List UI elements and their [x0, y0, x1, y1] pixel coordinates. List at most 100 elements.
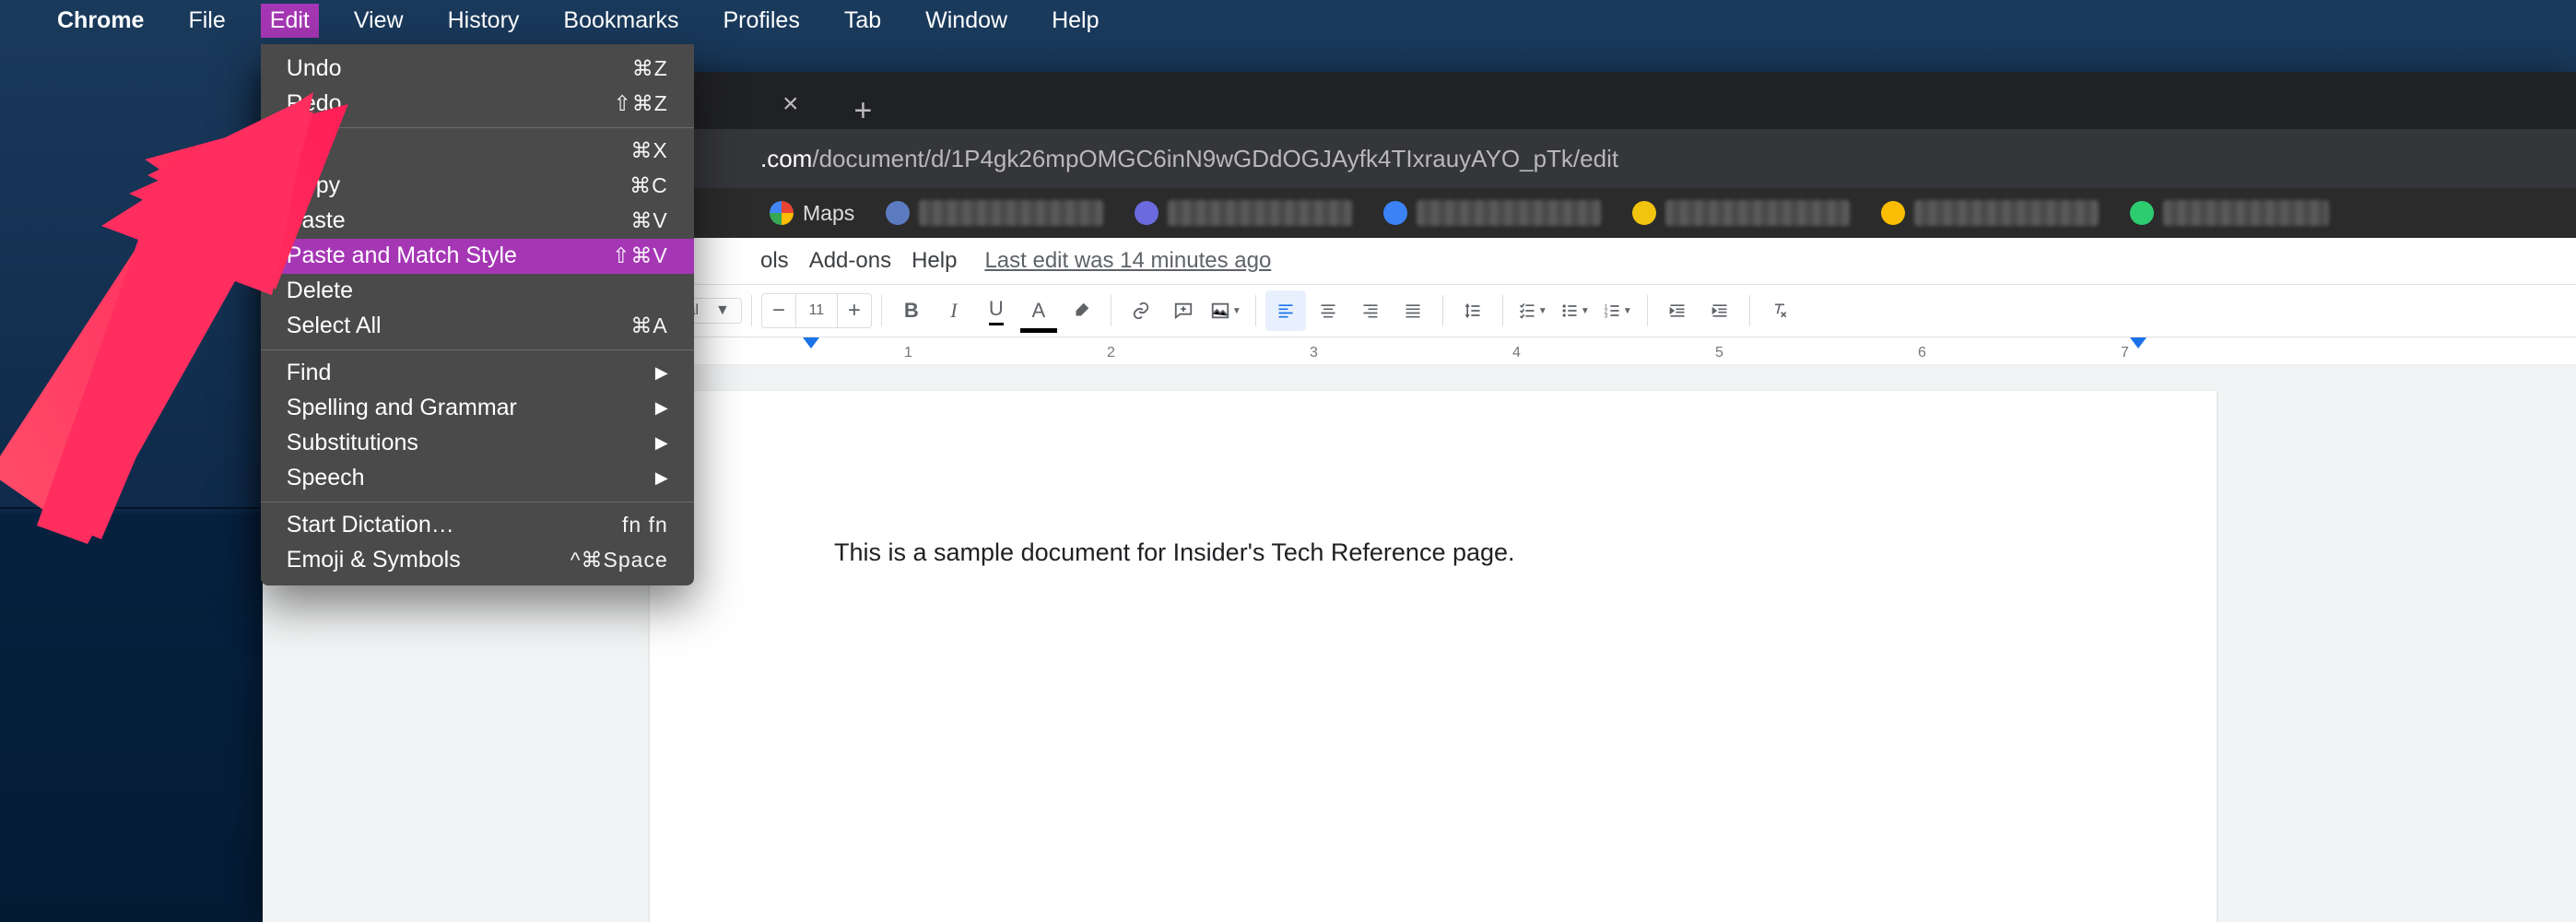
italic-button[interactable]: I: [934, 290, 974, 331]
numbered-list-icon: 123: [1603, 301, 1621, 320]
document-page[interactable]: This is a sample document for Insider's …: [650, 391, 2217, 922]
browser-tab[interactable]: ×: [760, 79, 821, 129]
ruler-tick: 4: [1512, 345, 1521, 361]
ruler-tick: 3: [1310, 345, 1318, 361]
bookmark-icon: [886, 201, 910, 225]
bookmark-blurred-label: [1665, 200, 1850, 226]
docs-menu-addons[interactable]: Add-ons: [809, 248, 891, 274]
menu-bookmarks[interactable]: Bookmarks: [554, 4, 688, 38]
menu-speech[interactable]: Speech▶: [261, 461, 694, 496]
decrease-indent-button[interactable]: [1657, 290, 1698, 331]
menu-tab[interactable]: Tab: [835, 4, 890, 38]
highlight-color-button[interactable]: [1061, 290, 1101, 331]
chevron-down-icon: ▼: [1623, 306, 1632, 316]
menu-profiles[interactable]: Profiles: [713, 4, 808, 38]
tab-close-icon[interactable]: ×: [782, 89, 799, 120]
chevron-down-icon: ▼: [1232, 306, 1241, 316]
bulleted-list-button[interactable]: ▼: [1555, 290, 1595, 331]
indent-marker-right[interactable]: [2130, 337, 2147, 349]
menu-help[interactable]: Help: [1042, 4, 1108, 38]
ruler-tick: 5: [1715, 345, 1723, 361]
menu-history[interactable]: History: [439, 4, 529, 38]
bookmark-item[interactable]: [1374, 195, 1610, 231]
bookmark-maps[interactable]: Maps: [760, 195, 864, 231]
font-size-decrease[interactable]: −: [762, 298, 795, 324]
increase-indent-button[interactable]: [1700, 290, 1740, 331]
toolbar-separator: [1502, 295, 1503, 326]
align-left-button[interactable]: [1265, 290, 1306, 331]
line-spacing-button[interactable]: [1453, 290, 1493, 331]
add-comment-button[interactable]: [1163, 290, 1204, 331]
menu-emoji[interactable]: Emoji & Symbols^⌘Space: [261, 543, 694, 578]
numbered-list-button[interactable]: 123▼: [1597, 290, 1638, 331]
bookmark-item[interactable]: [2121, 195, 2338, 231]
chevron-right-icon: ▶: [655, 468, 668, 488]
align-right-button[interactable]: [1350, 290, 1391, 331]
app-name[interactable]: Chrome: [48, 4, 153, 38]
menu-separator: [261, 349, 694, 350]
bookmark-blurred-label: [2163, 200, 2329, 226]
menu-undo[interactable]: Undo⌘Z: [261, 52, 694, 87]
new-tab-button[interactable]: +: [841, 93, 886, 129]
toolbar-separator: [1255, 295, 1256, 326]
svg-text:3: 3: [1605, 313, 1608, 320]
chevron-right-icon: ▶: [655, 433, 668, 453]
bookmark-item[interactable]: [1623, 195, 1859, 231]
bookmark-icon: [1135, 201, 1159, 225]
clear-format-icon: [1770, 301, 1789, 320]
text-color-button[interactable]: A: [1018, 290, 1059, 331]
clear-formatting-button[interactable]: [1759, 290, 1800, 331]
font-size-control: − 11 +: [761, 293, 872, 328]
menu-paste-match-style[interactable]: Paste and Match Style⇧⌘V: [261, 239, 694, 274]
url-domain: .com: [760, 145, 812, 173]
menu-find[interactable]: Find▶: [261, 356, 694, 391]
menu-view[interactable]: View: [345, 4, 413, 38]
chevron-down-icon: ▼: [1538, 306, 1547, 316]
indent-marker-left[interactable]: [803, 337, 819, 349]
align-center-button[interactable]: [1308, 290, 1348, 331]
toolbar-separator: [1749, 295, 1750, 326]
menu-delete[interactable]: Delete: [261, 274, 694, 309]
bookmark-item[interactable]: [1125, 195, 1361, 231]
menu-select-all[interactable]: Select All⌘A: [261, 309, 694, 344]
maps-icon: [770, 201, 794, 225]
bookmark-icon: [2130, 201, 2154, 225]
docs-menu-tools-partial[interactable]: ols: [760, 248, 789, 274]
menu-cut[interactable]: Cut⌘X: [261, 134, 694, 169]
insert-link-button[interactable]: [1121, 290, 1161, 331]
last-edit-status[interactable]: Last edit was 14 minutes ago: [984, 248, 1271, 274]
link-icon: [1131, 301, 1151, 321]
checklist-button[interactable]: ▼: [1512, 290, 1553, 331]
align-justify-icon: [1404, 301, 1422, 320]
bookmark-blurred-label: [1417, 200, 1601, 226]
menu-edit[interactable]: Edit Undo⌘Z Redo⇧⌘Z Cut⌘X Copy⌘C Paste⌘V…: [261, 4, 319, 38]
bookmark-icon: [1881, 201, 1905, 225]
menu-file[interactable]: File: [179, 4, 234, 38]
indent-increase-icon: [1711, 301, 1729, 320]
align-center-icon: [1319, 301, 1337, 320]
menu-window[interactable]: Window: [916, 4, 1017, 38]
insert-image-button[interactable]: ▼: [1206, 290, 1246, 331]
bookmark-item[interactable]: [876, 195, 1112, 231]
menu-redo[interactable]: Redo⇧⌘Z: [261, 87, 694, 122]
align-justify-button[interactable]: [1393, 290, 1433, 331]
menu-spelling[interactable]: Spelling and Grammar▶: [261, 391, 694, 426]
menu-separator: [261, 127, 694, 128]
menu-copy[interactable]: Copy⌘C: [261, 169, 694, 204]
toolbar-separator: [1647, 295, 1648, 326]
menu-paste[interactable]: Paste⌘V: [261, 204, 694, 239]
bookmark-icon: [1383, 201, 1407, 225]
bold-button[interactable]: B: [891, 290, 932, 331]
menu-edit-label: Edit: [270, 7, 310, 33]
chevron-down-icon: ▼: [715, 302, 730, 319]
menu-dictation[interactable]: Start Dictation…fn fn: [261, 508, 694, 543]
toolbar-separator: [751, 295, 752, 326]
font-size-increase[interactable]: +: [838, 298, 871, 324]
bookmark-item[interactable]: [1872, 195, 2108, 231]
font-size-value[interactable]: 11: [795, 294, 838, 327]
image-icon: [1210, 301, 1230, 321]
docs-menu-help[interactable]: Help: [912, 248, 957, 274]
checklist-icon: [1518, 301, 1536, 320]
underline-button[interactable]: U: [976, 290, 1017, 331]
menu-substitutions[interactable]: Substitutions▶: [261, 426, 694, 461]
